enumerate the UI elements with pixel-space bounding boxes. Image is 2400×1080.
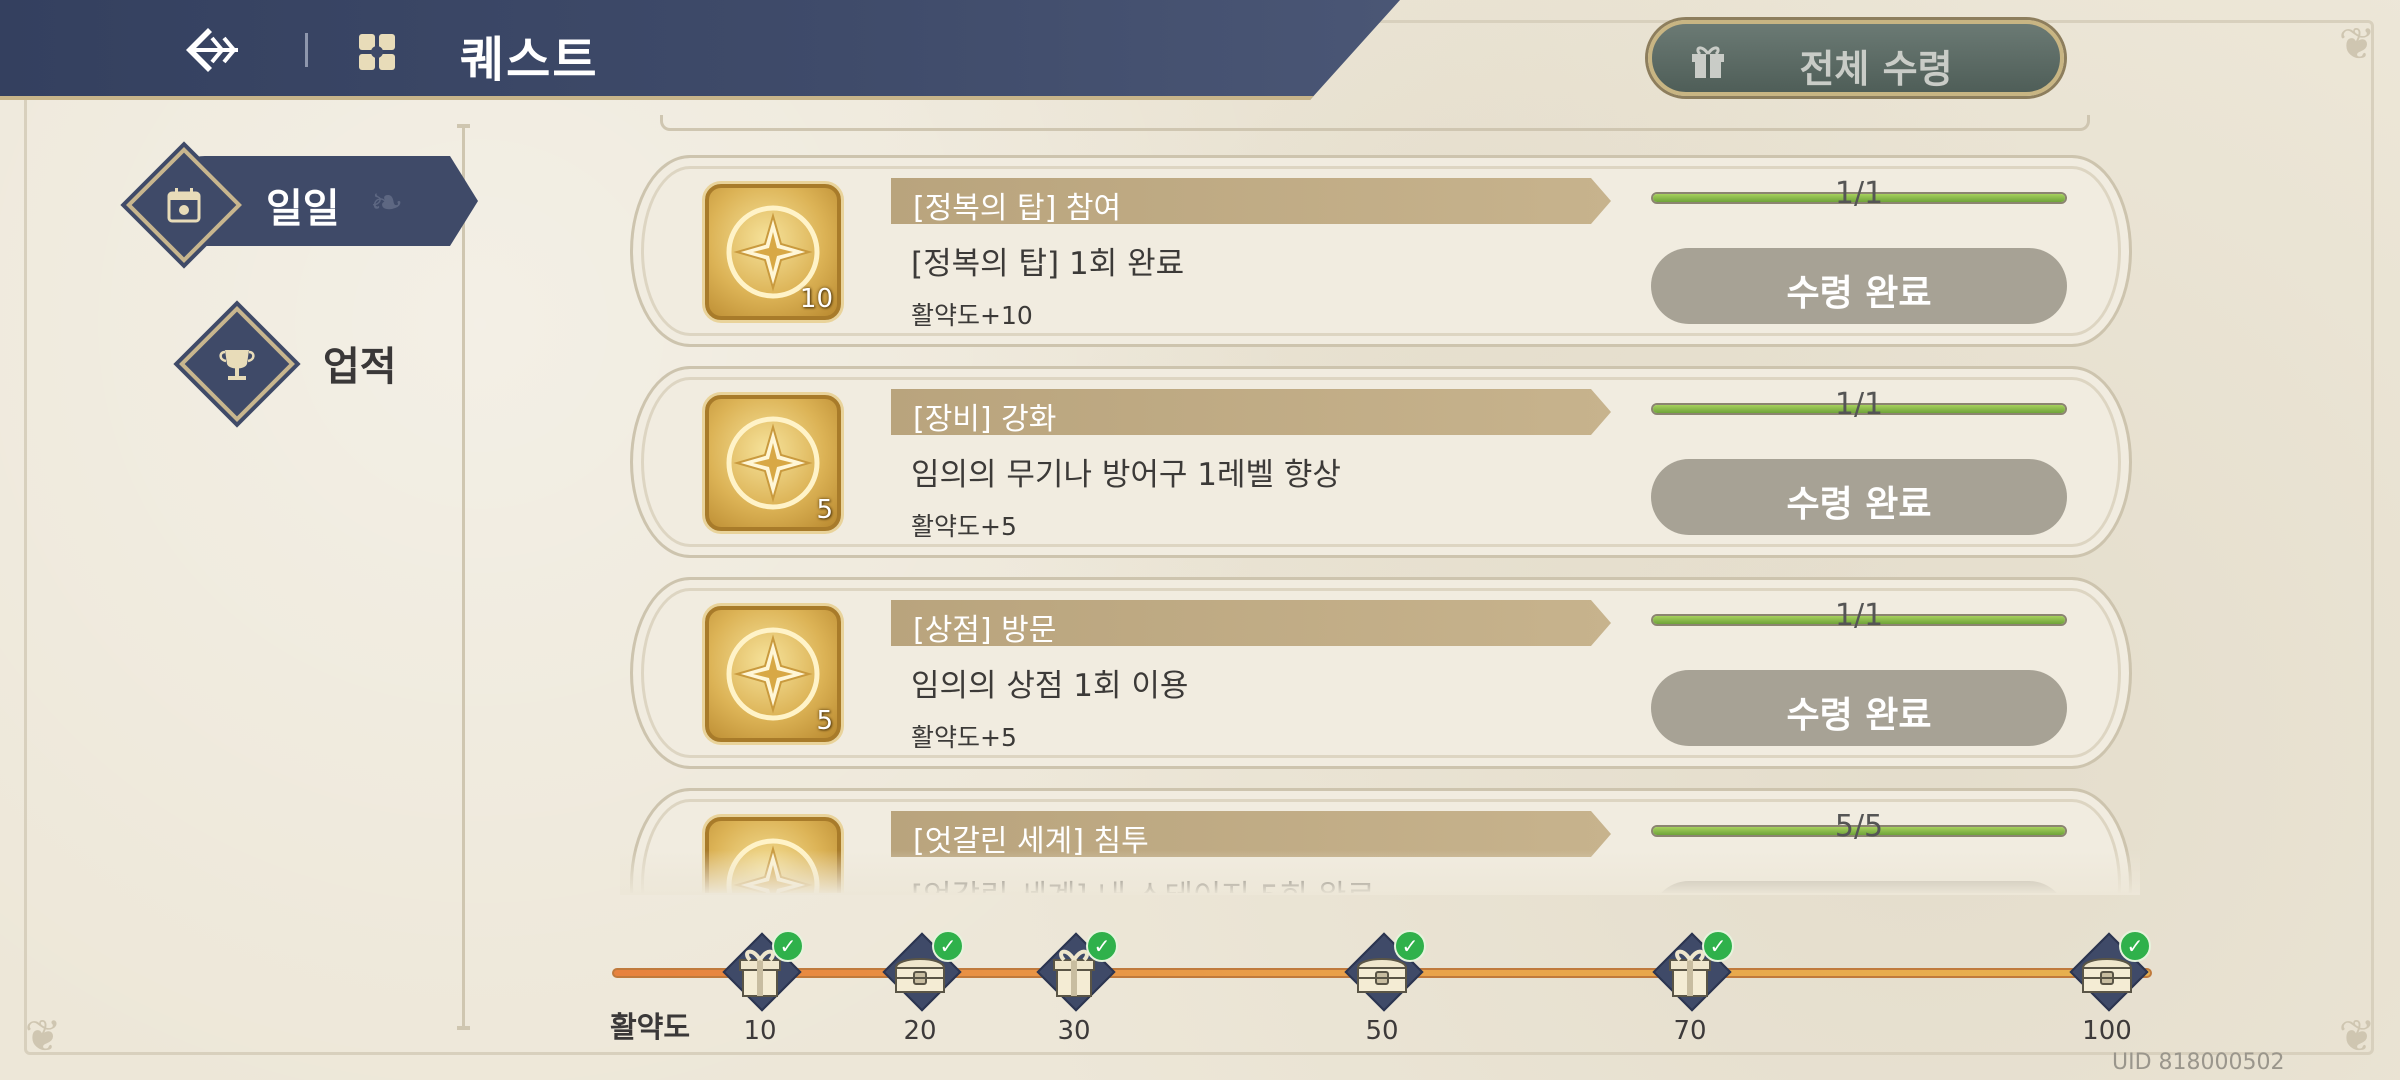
reward-count: 5: [816, 495, 833, 525]
quest-reward-icon: 5: [705, 395, 841, 531]
quest-reward-icon: 10: [705, 184, 841, 320]
activity-reward-20[interactable]: ✓: [880, 930, 964, 1012]
quest-title: [장비] 강화: [913, 402, 1057, 437]
quest-progress-text: 1/1: [1834, 598, 1884, 633]
quest-reward-icon: 5: [705, 606, 841, 742]
activity-reward-70[interactable]: ✓: [1650, 930, 1734, 1012]
activity-milestone-value: 70: [1673, 1016, 1707, 1046]
quest-card: 5 [장비] 강화임의의 무기나 방어구 1레벨 향상활약도+5 1/1 수령 완료: [630, 366, 2132, 558]
corner-ornament-icon: ❦: [24, 1011, 62, 1062]
claimed-button[interactable]: 수령 완료: [1651, 459, 2067, 535]
claimed-button[interactable]: 수령 완료: [1651, 670, 2067, 746]
activity-label: 활약도: [610, 1010, 691, 1044]
quest-emblem-icon: [726, 416, 820, 510]
quest-emblem-icon: [726, 627, 820, 721]
claimed-button-label: 수령 완료: [1786, 484, 1932, 525]
check-icon: ✓: [2119, 930, 2151, 962]
check-icon: ✓: [772, 930, 804, 962]
activity-reward-100[interactable]: ✓: [2067, 930, 2151, 1012]
check-icon: ✓: [1702, 930, 1734, 962]
activity-reward-10[interactable]: ✓: [720, 930, 804, 1012]
reward-count: 5: [816, 706, 833, 736]
quest-points: 활약도+5: [911, 723, 1017, 752]
reward-count: 10: [799, 284, 833, 314]
quest-description: [정복의 탑] 1회 완료: [911, 246, 1185, 282]
check-icon: ✓: [1394, 930, 1426, 962]
quest-progress-text: 1/1: [1834, 176, 1884, 211]
quest-title-ribbon: [상점] 방문: [891, 600, 1611, 646]
quest-progress-text: 1/1: [1834, 387, 1884, 422]
check-icon: ✓: [1086, 930, 1118, 962]
corner-ornament-icon: ❦: [2338, 1011, 2376, 1062]
activity-milestone-value: 50: [1365, 1016, 1399, 1046]
quest-card: 5 [상점] 방문임의의 상점 1회 이용활약도+5 1/1 수령 완료: [630, 577, 2132, 769]
quest-description: 임의의 상점 1회 이용: [911, 668, 1189, 704]
claimed-button-label: 수령 완료: [1786, 273, 1932, 314]
quest-description: 임의의 무기나 방어구 1레벨 향상: [911, 457, 1341, 493]
quest-card: 10 [정복의 탑] 참여 [정복의 탑] 1회 완료활약도+10 1/1 수령 완료: [630, 155, 2132, 347]
claimed-button-label: 수령 완료: [1786, 695, 1932, 736]
claimed-button[interactable]: 수령 완료: [1651, 248, 2067, 324]
activity-reward-50[interactable]: ✓: [1342, 930, 1426, 1012]
quest-title: [정복의 탑] 참여: [913, 191, 1122, 226]
activity-milestone-value: 20: [903, 1016, 937, 1046]
activity-milestone-value: 30: [1057, 1016, 1091, 1046]
quest-title-ribbon: [장비] 강화: [891, 389, 1611, 435]
activity-milestone-value: 10: [743, 1016, 777, 1046]
activity-reward-30[interactable]: ✓: [1034, 930, 1118, 1012]
quest-points: 활약도+10: [911, 301, 1033, 330]
activity-milestone-value: 100: [2082, 1016, 2132, 1046]
quest-title-ribbon: [정복의 탑] 참여: [891, 178, 1611, 224]
uid-text: UID 818000502: [2112, 1050, 2285, 1075]
quest-progress-text: 5/5: [1834, 809, 1884, 844]
quest-title: [상점] 방문: [913, 613, 1057, 648]
check-icon: ✓: [932, 930, 964, 962]
list-fade: [620, 850, 2140, 895]
quest-points: 활약도+5: [911, 512, 1017, 541]
